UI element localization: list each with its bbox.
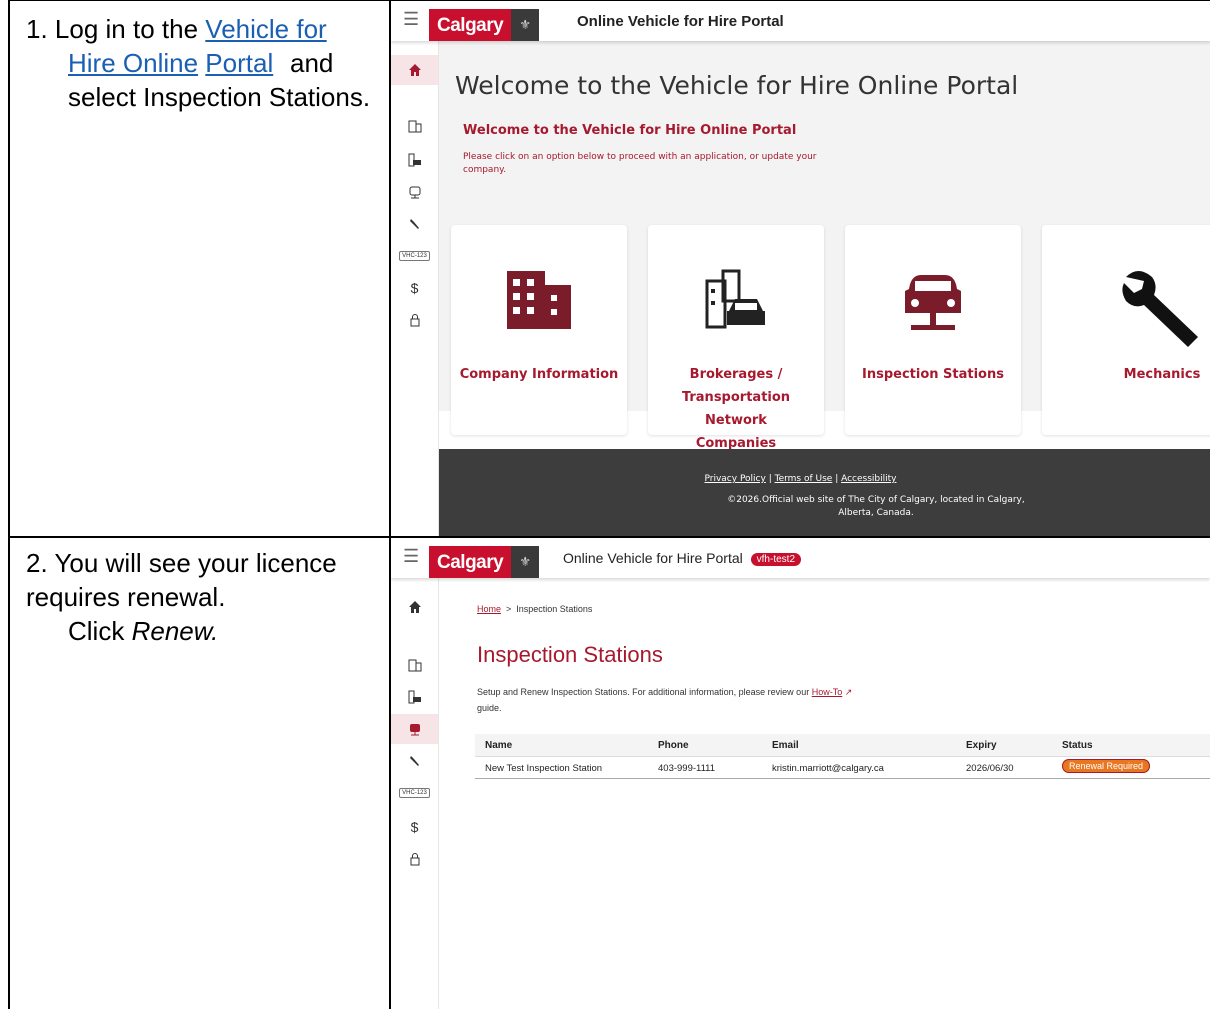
inspection-content: Home > Inspection Stations Inspection St…: [439, 578, 1210, 1009]
breadcrumb-home-link[interactable]: Home: [477, 604, 501, 614]
step-2-click: Click Renew.: [68, 614, 218, 648]
company-information-label: Company Information: [459, 367, 619, 382]
header-status[interactable]: Status: [1062, 740, 1093, 751]
step-1-intro: Log in to the: [54, 14, 199, 44]
table-border-left: [8, 0, 10, 1009]
breadcrumb: Home > Inspection Stations: [477, 604, 593, 614]
step-2-intro: You will see your licence requires renew…: [26, 548, 337, 612]
screenshot-portal-home: ☰ Calgary ⚜ Online Vehicle for Hire Port…: [391, 1, 1210, 536]
header-name[interactable]: Name: [485, 740, 512, 751]
header-expiry[interactable]: Expiry: [966, 740, 997, 751]
portal-title-text: Online Vehicle for Hire Portal: [563, 550, 743, 566]
car-lift-icon: [845, 267, 1021, 337]
welcome-subheading: Welcome to the Vehicle for Hire Online P…: [463, 123, 797, 138]
privacy-policy-link[interactable]: Privacy Policy: [705, 474, 766, 484]
station-expiry: 2026/06/30: [966, 763, 1014, 774]
inspection-nav-icon[interactable]: [391, 714, 438, 744]
step-2-click-word: Click: [68, 616, 125, 646]
company-nav-icon[interactable]: [391, 111, 438, 141]
footer-copyright: ©2026.Official web site of The City of C…: [727, 495, 1025, 518]
portal-title: Online Vehicle for Hire Portal: [577, 13, 784, 30]
page-description: Setup and Renew Inspection Stations. For…: [477, 684, 897, 716]
building-icon: [451, 267, 627, 337]
home-nav-icon[interactable]: [391, 592, 438, 622]
step-1-instruction: and select Inspection Stations.: [68, 48, 371, 112]
inspection-stations-table: Name Phone Email Expiry Status New Test …: [475, 734, 1210, 779]
station-email: kristin.marriott@calgary.ca: [772, 763, 884, 774]
calgary-logo-text: Calgary: [429, 546, 512, 578]
hamburger-menu-icon[interactable]: ☰: [403, 546, 419, 567]
inspection-stations-label: Inspection Stations: [862, 367, 1004, 382]
mechanic-nav-icon[interactable]: [391, 746, 438, 776]
status-badge-text: Renewal Required: [1062, 759, 1151, 773]
side-nav: VHC-123 $: [391, 41, 439, 536]
crest-icon: ⚜: [511, 546, 540, 578]
mechanics-card[interactable]: Mechanics: [1042, 225, 1210, 435]
building-car-icon: [648, 267, 824, 337]
payment-nav-icon[interactable]: $: [391, 812, 438, 842]
top-bar-2: ☰ Calgary ⚜ Online Vehicle for Hire Port…: [391, 538, 1210, 578]
step-2-number: 2.: [26, 548, 48, 578]
brokerage-nav-icon[interactable]: [391, 682, 438, 712]
lock-nav-icon[interactable]: [391, 844, 438, 874]
accessibility-link[interactable]: Accessibility: [841, 474, 896, 484]
step-2-text: 2. You will see your licence requires re…: [26, 546, 388, 614]
description-end: guide.: [477, 703, 502, 713]
station-name: New Test Inspection Station: [485, 763, 603, 774]
mechanics-label: Mechanics: [1123, 367, 1201, 382]
status-badge[interactable]: Renewal Required: [1062, 759, 1151, 773]
header-email[interactable]: Email: [772, 740, 799, 751]
plate-nav-icon[interactable]: VHC-123: [391, 778, 438, 808]
portal-title-2: Online Vehicle for Hire Portal vfh-test2: [563, 550, 802, 566]
side-nav-2: VHC-123 $: [391, 578, 439, 1009]
welcome-content: Welcome to the Vehicle for Hire Online P…: [439, 41, 1210, 451]
step-2-renew-word: Renew.: [131, 616, 219, 646]
footer-links: Privacy Policy | Terms of Use | Accessib…: [704, 474, 897, 484]
payment-nav-icon[interactable]: $: [391, 273, 438, 303]
company-information-card[interactable]: Company Information: [451, 225, 627, 435]
how-to-link[interactable]: How-To: [812, 687, 843, 697]
hamburger-menu-icon[interactable]: ☰: [403, 9, 419, 30]
brokerages-card[interactable]: Brokerages / Transportation Network Comp…: [648, 225, 824, 451]
plate-nav-icon[interactable]: VHC-123: [391, 241, 438, 271]
external-link-icon: ↗: [844, 687, 853, 697]
calgary-logo-2[interactable]: Calgary ⚜: [429, 546, 540, 578]
lock-nav-icon[interactable]: [391, 305, 438, 335]
table-header: Name Phone Email Expiry Status: [475, 734, 1210, 757]
brokerages-label: Brokerages / Transportation Network Comp…: [681, 367, 791, 451]
crest-icon: ⚜: [511, 9, 540, 41]
vehicle-for-hire-link[interactable]: Vehicle for: [205, 14, 326, 44]
home-nav-icon[interactable]: [391, 55, 438, 85]
inspection-nav-icon[interactable]: [391, 177, 438, 207]
plate-label: VHC-123: [399, 788, 430, 798]
inspection-stations-card[interactable]: Inspection Stations: [845, 225, 1021, 435]
welcome-intro: Please click on an option below to proce…: [463, 152, 817, 175]
station-phone: 403-999-1111: [658, 763, 716, 774]
description-text: Setup and Renew Inspection Stations. For…: [477, 687, 810, 697]
breadcrumb-current: Inspection Stations: [516, 604, 593, 614]
plate-label: VHC-123: [399, 251, 430, 261]
step-1-number: 1.: [26, 14, 48, 44]
company-nav-icon[interactable]: [391, 650, 438, 680]
top-bar: ☰ Calgary ⚜ Online Vehicle for Hire Port…: [391, 1, 1210, 41]
mechanic-nav-icon[interactable]: [391, 209, 438, 239]
welcome-heading: Welcome to the Vehicle for Hire Online P…: [455, 71, 1019, 100]
brokerage-nav-icon[interactable]: [391, 145, 438, 175]
calgary-logo-text: Calgary: [429, 9, 512, 41]
screenshot-inspection-stations: ☰ Calgary ⚜ Online Vehicle for Hire Port…: [391, 538, 1210, 1009]
table-row[interactable]: New Test Inspection Station 403-999-1111…: [475, 757, 1210, 779]
terms-of-use-link[interactable]: Terms of Use: [775, 474, 833, 484]
header-phone[interactable]: Phone: [658, 740, 689, 751]
calgary-logo[interactable]: Calgary ⚜: [429, 9, 540, 41]
wrench-icon: [1082, 267, 1210, 347]
page-title: Inspection Stations: [477, 642, 663, 667]
environment-badge: vfh-test2: [750, 552, 802, 566]
site-footer: Privacy Policy | Terms of Use | Accessib…: [391, 449, 1210, 536]
step-1-rest: and select Inspection Stations.: [68, 46, 388, 114]
